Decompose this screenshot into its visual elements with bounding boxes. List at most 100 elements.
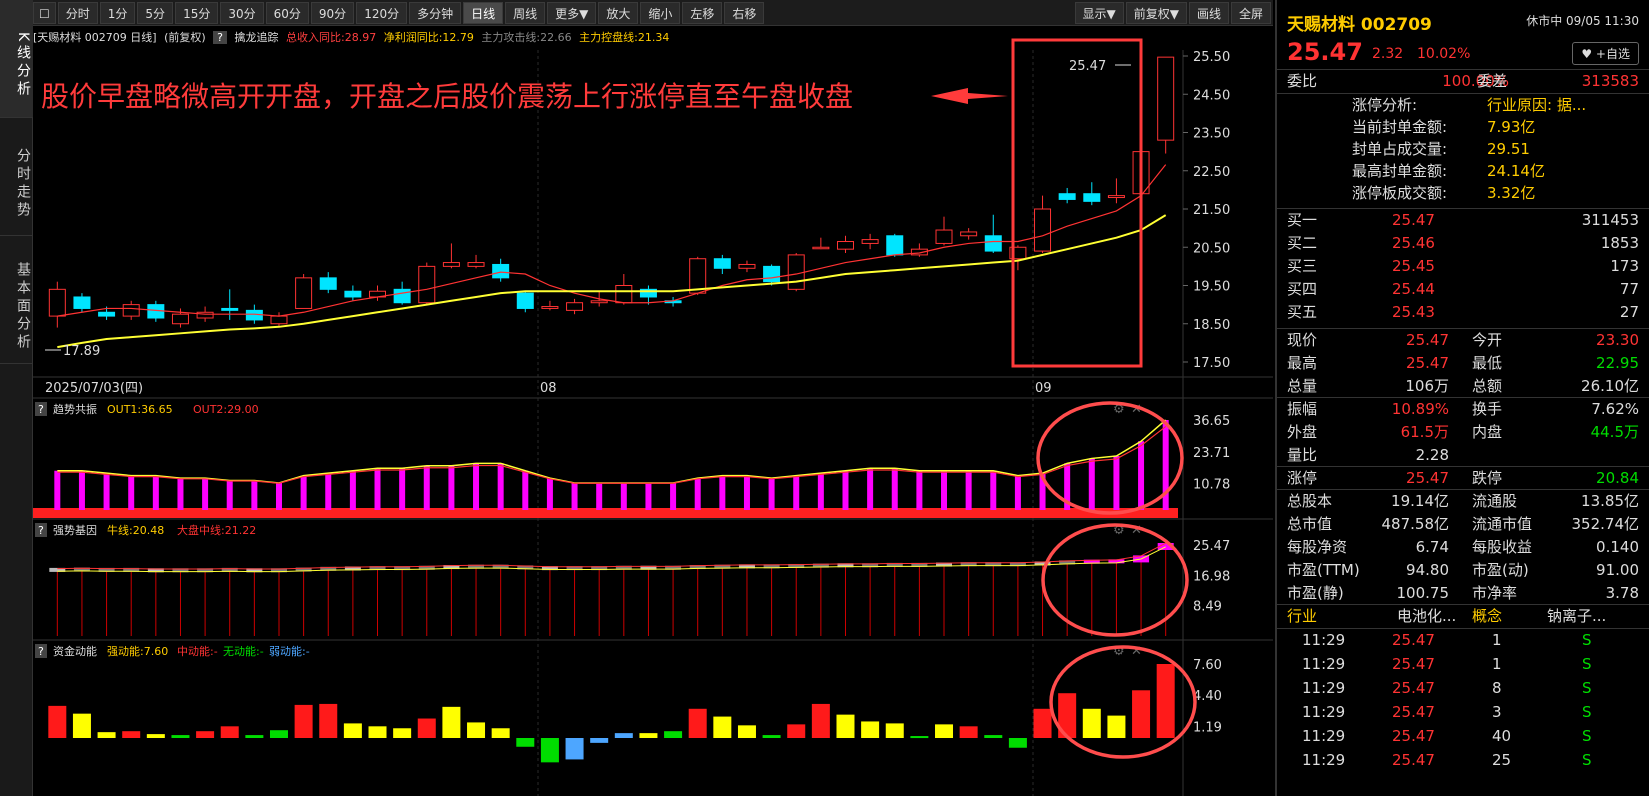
toolbar-button-0[interactable]: 分时 <box>57 1 98 24</box>
ind3-bar <box>540 738 559 763</box>
tick-side: S <box>1582 655 1592 673</box>
panel-value-a: 强动能:7.60 <box>107 644 168 658</box>
candle-body <box>590 300 608 304</box>
candle-body <box>738 263 756 269</box>
weibi-row: 委比 100.00% 委差 313583 <box>1277 70 1649 94</box>
toolbar-button-15[interactable]: 右移 <box>724 1 765 24</box>
toolbar-button-10[interactable]: 周线 <box>505 1 546 24</box>
kline-chart[interactable]: 25.50 24.50 23.50 22.50 21.50 20.50 19.50 18.50… <box>33 0 1273 796</box>
tick-row: 11:29 25.47 25 S <box>1277 749 1649 773</box>
quote-value-2: 22.95 <box>1596 354 1639 372</box>
limit-info-value: 7.93亿 <box>1487 118 1536 136</box>
bid-volume: 27 <box>1619 303 1639 321</box>
toolbar-right-button-3[interactable]: 全屏 <box>1230 1 1271 24</box>
quote-value: 25.47 <box>1406 469 1449 487</box>
toolbar-right-button-0[interactable]: 显示▼ <box>1074 1 1124 24</box>
quote-label: 外盘 <box>1287 423 1318 441</box>
toolbar-button-4[interactable]: 30分 <box>220 1 264 24</box>
ind1-bar <box>571 482 578 510</box>
toolbar-button-3[interactable]: 15分 <box>175 1 219 24</box>
quote-value-2: 91.00 <box>1596 561 1639 579</box>
concept-value[interactable]: 钠离子... <box>1547 605 1606 628</box>
ind1-bar <box>349 470 356 510</box>
toolbar-button-13[interactable]: 缩小 <box>640 1 681 24</box>
toolbar-button-14[interactable]: 左移 <box>682 1 723 24</box>
bid-price: 25.46 <box>1392 234 1435 252</box>
candle <box>418 262 436 305</box>
quote-label: 最高 <box>1287 354 1318 372</box>
ind1-bar <box>1088 458 1095 510</box>
ind3-bar <box>1033 708 1052 738</box>
ind3-bar <box>442 706 461 738</box>
chart-bg <box>33 50 1273 796</box>
ind1-bar <box>275 482 282 510</box>
ind1-bar <box>891 468 898 510</box>
price-tick-label: 22.50 <box>1193 165 1230 180</box>
ind1-bar <box>743 475 750 510</box>
quote-value-2: 23.30 <box>1596 331 1639 349</box>
panel-value-a: OUT1:36.65 <box>107 403 173 416</box>
price-tick-label: 24.50 <box>1193 88 1230 103</box>
ind3-bar <box>935 724 954 738</box>
tick-time: 11:29 <box>1302 703 1346 721</box>
ind1-bar <box>842 470 849 510</box>
toolbar-collapse-icon[interactable]: ☐ <box>33 1 56 24</box>
price-tick-label: 18.50 <box>1193 318 1230 333</box>
nav-tab-0[interactable]: K线分析 <box>0 0 33 118</box>
candle-body <box>196 311 214 319</box>
ind3-bar <box>319 703 338 738</box>
ind3-bar <box>1156 664 1175 738</box>
quote-panel: 天赐材料 002709 休市中 09/05 11:30 25.47 2.32 1… <box>1275 0 1649 796</box>
tick-row: 11:29 25.47 40 S <box>1277 725 1649 749</box>
annotation-text: 股价早盘略微高开开盘，开盘之后股价震荡上行涨停直至午盘收盘 <box>41 80 853 113</box>
panel-help-label: ? <box>38 645 44 658</box>
panel-value-c: 无动能:- <box>223 644 264 658</box>
limit-info-row: 最高封单金额: 24.14亿 <box>1277 160 1649 182</box>
quote-label-2: 流通股 <box>1472 492 1518 510</box>
toolbar-right-button-1[interactable]: 前复权▼ <box>1125 1 1187 24</box>
quote-label-2: 最低 <box>1472 354 1503 372</box>
ind1-bar <box>300 475 307 510</box>
toolbar-button-1[interactable]: 1分 <box>99 1 136 24</box>
ind3-bar <box>1008 738 1027 748</box>
strategy-name: 擒龙追踪 <box>234 31 279 44</box>
stock-name: 天赐材料 002709 <box>1287 15 1432 35</box>
ind3-tick-label: 7.60 <box>1193 658 1222 673</box>
nav-tab-1[interactable]: 分时走势 <box>0 118 33 236</box>
panel-title: 趋势共振 <box>53 402 97 416</box>
quote-row: 量比 2.28 <box>1277 444 1649 467</box>
quote-value-2: 3.78 <box>1605 584 1639 602</box>
toolbar-right-button-2[interactable]: 画线 <box>1188 1 1229 24</box>
tick-row: 11:29 25.47 1 S <box>1277 629 1649 653</box>
quote-value: 25.47 <box>1406 331 1449 349</box>
market-status: 休市中 09/05 11:30 <box>1526 14 1639 28</box>
quote-row: 市盈(TTM) 94.80 市盈(动) 91.00 <box>1277 559 1649 582</box>
toolbar-button-12[interactable]: 放大 <box>598 1 639 24</box>
toolbar-button-7[interactable]: 120分 <box>356 1 408 24</box>
help-icon[interactable]: ? <box>213 31 228 44</box>
toolbar-button-2[interactable]: 5分 <box>137 1 174 24</box>
quote-value: 100.75 <box>1396 584 1450 602</box>
ind3-bar <box>910 736 929 739</box>
quote-row: 每股净资 6.74 每股收益 0.140 <box>1277 536 1649 559</box>
tick-volume: 25 <box>1492 751 1512 769</box>
toolbar-button-5[interactable]: 60分 <box>265 1 309 24</box>
toolbar-button-11[interactable]: 更多▼ <box>547 1 597 24</box>
toolbar-button-8[interactable]: 多分钟 <box>409 1 462 24</box>
bid-row: 买一 25.47 311453 <box>1277 209 1649 232</box>
bid-row: 买二 25.46 1853 <box>1277 232 1649 255</box>
toolbar-button-6[interactable]: 90分 <box>310 1 355 24</box>
nav-tab-2[interactable]: 基本面分析 <box>0 236 33 364</box>
ind1-bar <box>54 470 61 510</box>
ind3-bar <box>959 726 978 738</box>
ind1-bar <box>768 478 775 510</box>
bid-row: 买四 25.44 77 <box>1277 278 1649 301</box>
ind1-bar <box>103 473 110 510</box>
tick-side: S <box>1582 751 1592 769</box>
candle-body <box>492 263 510 279</box>
industry-value[interactable]: 电池化... <box>1397 605 1456 628</box>
add-favorite-button[interactable]: ♥ +自选 <box>1572 42 1639 65</box>
limit-info-row: 涨停板成交额: 3.32亿 <box>1277 182 1649 204</box>
toolbar-button-9[interactable]: 日线 <box>463 1 504 24</box>
limit-info-label: 封单占成交量: <box>1352 140 1448 158</box>
